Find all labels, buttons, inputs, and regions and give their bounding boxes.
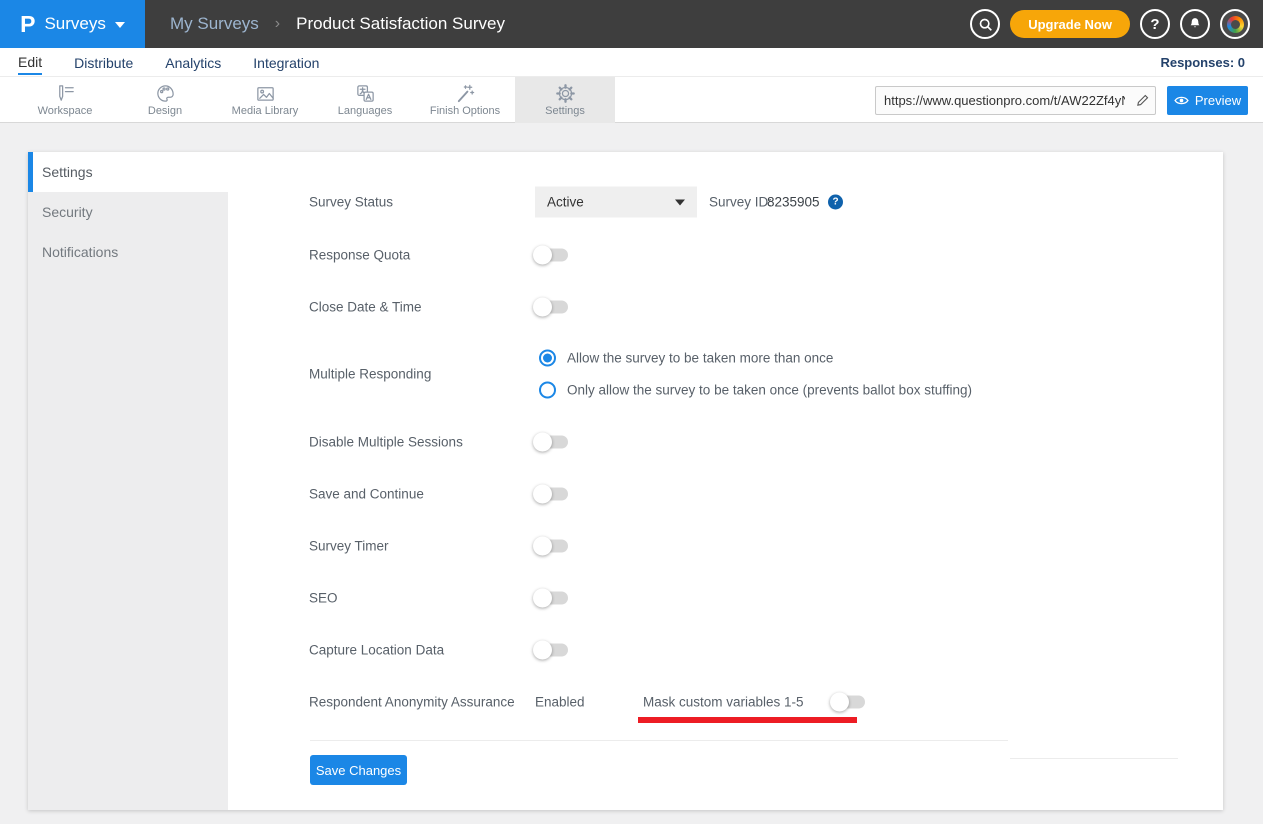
response-quota-label: Response Quota	[309, 248, 410, 263]
form-divider	[1010, 758, 1178, 759]
mask-custom-variables-label: Mask custom variables 1-5	[643, 695, 804, 710]
magic-wand-icon	[455, 83, 476, 104]
settings-side-nav: Settings Security Notifications	[28, 152, 228, 810]
survey-timer-label: Survey Timer	[309, 539, 389, 554]
breadcrumb: My Surveys › Product Satisfaction Survey	[170, 14, 505, 34]
radio-selected-icon[interactable]	[539, 350, 556, 367]
survey-nav-tabs: Edit Distribute Analytics Integration Re…	[0, 48, 1263, 77]
survey-url-input[interactable]	[876, 93, 1129, 108]
toolbar-item-workspace[interactable]: Workspace	[15, 77, 115, 123]
radio-option-taken-once[interactable]: Only allow the survey to be taken once (…	[539, 382, 972, 399]
disable-multiple-sessions-toggle[interactable]	[535, 436, 568, 449]
top-bar: P Surveys My Surveys › Product Satisfact…	[0, 0, 1263, 48]
toolbar-label: Design	[148, 105, 182, 117]
survey-status-label: Survey Status	[309, 195, 393, 210]
survey-status-dropdown[interactable]: Active	[535, 187, 697, 218]
toolbar-label: Media Library	[232, 105, 299, 117]
notifications-button[interactable]	[1180, 9, 1210, 39]
product-switcher[interactable]: P Surveys	[0, 0, 145, 48]
save-and-continue-label: Save and Continue	[309, 487, 424, 502]
toolbar-label: Workspace	[38, 105, 93, 117]
multiple-responding-label: Multiple Responding	[309, 367, 431, 382]
response-quota-toggle[interactable]	[535, 249, 568, 262]
avatar-gauge-icon	[1223, 12, 1247, 36]
respondent-anonymity-label: Respondent Anonymity Assurance	[309, 695, 515, 710]
form-divider	[310, 740, 1008, 741]
image-icon	[255, 83, 276, 104]
translate-icon	[355, 83, 376, 104]
toolbar-label: Languages	[338, 105, 392, 117]
preview-label: Preview	[1195, 93, 1241, 108]
sidebar-item-settings[interactable]: Settings	[28, 152, 228, 192]
workspace-icon	[55, 83, 76, 104]
survey-id-value: 8235905	[767, 195, 820, 210]
upgrade-now-button[interactable]: Upgrade Now	[1010, 10, 1130, 38]
tab-distribute[interactable]: Distribute	[74, 51, 133, 74]
product-menu-label: Surveys	[44, 14, 105, 34]
seo-label: SEO	[309, 591, 338, 606]
top-bar-actions: Upgrade Now ?	[970, 9, 1250, 39]
disable-multiple-sessions-label: Disable Multiple Sessions	[309, 435, 463, 450]
edit-url-button[interactable]	[1129, 94, 1155, 107]
question-mark-icon: ?	[1150, 16, 1159, 33]
mask-custom-variables-toggle[interactable]	[832, 696, 865, 709]
sidebar-item-security[interactable]: Security	[28, 192, 228, 232]
tab-analytics[interactable]: Analytics	[165, 51, 221, 74]
toolbar-item-finish-options[interactable]: Finish Options	[415, 77, 515, 123]
bell-icon	[1187, 16, 1203, 32]
breadcrumb-my-surveys[interactable]: My Surveys	[170, 14, 259, 34]
close-date-time-label: Close Date & Time	[309, 300, 422, 315]
save-changes-button[interactable]: Save Changes	[310, 755, 407, 785]
responses-count[interactable]: Responses: 0	[1160, 55, 1245, 70]
radio-option-taken-more-than-once[interactable]: Allow the survey to be taken more than o…	[539, 350, 833, 367]
respondent-anonymity-status: Enabled	[535, 695, 585, 710]
search-button[interactable]	[970, 9, 1000, 39]
highlight-underline	[638, 717, 857, 723]
toolbar-item-design[interactable]: Design	[115, 77, 215, 123]
capture-location-data-label: Capture Location Data	[309, 643, 444, 658]
search-icon	[978, 17, 993, 32]
seo-toggle[interactable]	[535, 592, 568, 605]
save-and-continue-toggle[interactable]	[535, 488, 568, 501]
radio-unselected-icon[interactable]	[539, 382, 556, 399]
chevron-down-icon	[675, 199, 685, 205]
eye-icon	[1174, 95, 1189, 106]
palette-icon	[155, 83, 176, 104]
close-date-time-toggle[interactable]	[535, 301, 568, 314]
toolbar-item-languages[interactable]: Languages	[315, 77, 415, 123]
toolbar-label: Finish Options	[430, 105, 500, 117]
questionpro-settings-page: P Surveys My Surveys › Product Satisfact…	[0, 0, 1263, 824]
radio-option-label: Allow the survey to be taken more than o…	[567, 351, 833, 366]
tab-integration[interactable]: Integration	[253, 51, 319, 74]
help-button[interactable]: ?	[1140, 9, 1170, 39]
capture-location-data-toggle[interactable]	[535, 644, 568, 657]
tab-edit[interactable]: Edit	[18, 50, 42, 75]
toolbar-label: Settings	[545, 105, 585, 117]
chevron-down-icon	[115, 22, 125, 28]
survey-id-label: Survey ID:	[709, 195, 772, 210]
survey-status-value: Active	[547, 195, 584, 210]
toolbar-item-settings[interactable]: Settings	[515, 77, 615, 123]
survey-timer-toggle[interactable]	[535, 540, 568, 553]
questionpro-logo: P	[20, 13, 35, 36]
breadcrumb-separator: ›	[275, 15, 280, 33]
pencil-icon	[1136, 94, 1149, 107]
survey-id-help-icon[interactable]: ?	[828, 195, 843, 210]
account-avatar[interactable]	[1220, 9, 1250, 39]
sidebar-item-notifications[interactable]: Notifications	[28, 232, 228, 272]
preview-button[interactable]: Preview	[1167, 86, 1248, 115]
settings-card: Settings Security Notifications Survey S…	[28, 152, 1223, 810]
radio-option-label: Only allow the survey to be taken once (…	[567, 383, 972, 398]
gear-icon	[555, 83, 576, 104]
breadcrumb-survey-title: Product Satisfaction Survey	[296, 14, 505, 34]
survey-url-box	[875, 86, 1156, 115]
toolbar-item-media-library[interactable]: Media Library	[215, 77, 315, 123]
